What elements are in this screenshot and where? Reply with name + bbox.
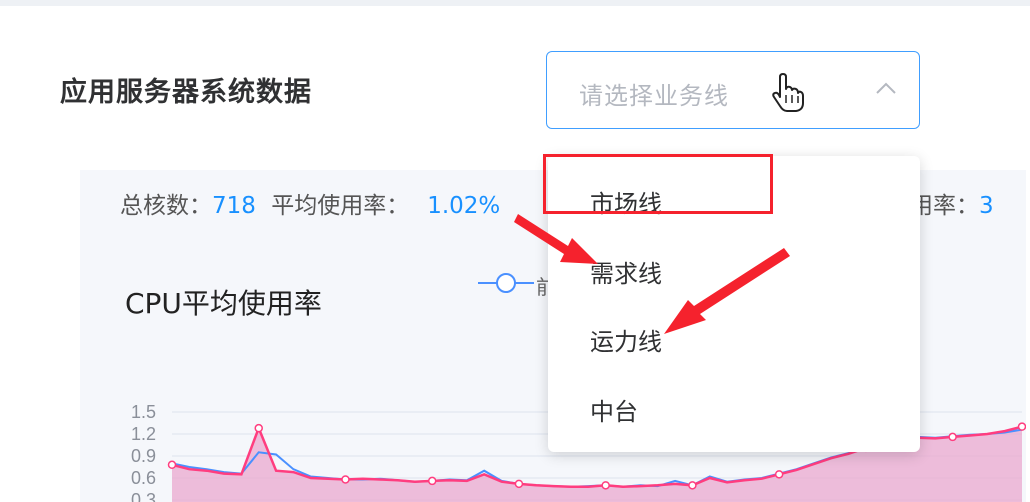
annotation-arrows: [514, 214, 790, 334]
red-arrow-icon: [514, 214, 598, 264]
red-arrow-icon: [664, 248, 790, 334]
app-frame: 应用服务器系统数据 请选择业务线 总核数：718 平均使用率： 1.02% 用率：…: [0, 0, 1030, 502]
